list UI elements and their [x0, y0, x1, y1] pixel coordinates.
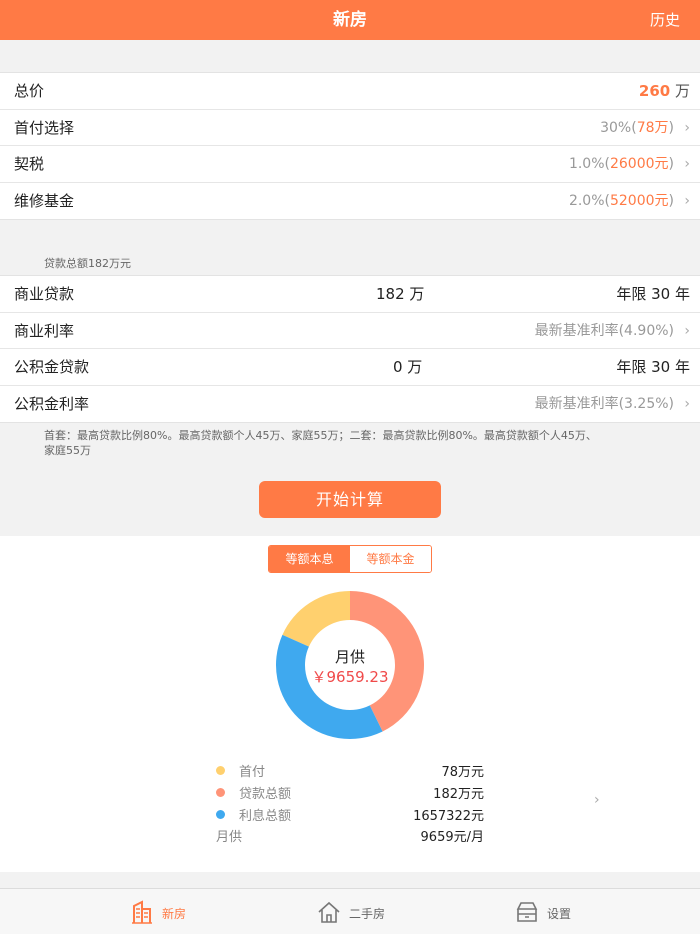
tab-label: 二手房	[349, 907, 386, 921]
navigation-bar: 新房 历史	[0, 0, 700, 40]
commercial-loan-label: 商业贷款	[14, 285, 75, 303]
maintenance-fund-label: 维修基金	[14, 191, 75, 210]
deed-tax-row[interactable]: 契税 1.0%(26000元) ›	[0, 146, 700, 183]
tab-second-hand[interactable]: 二手房	[317, 889, 397, 934]
settings-box-icon	[516, 902, 538, 922]
down-payment-row[interactable]: 首付选择 30%(78万) ›	[0, 110, 700, 146]
house-cost-group: 总价 260 万 首付选择 30%(78万) › 契税 1.0%(26000元)…	[0, 72, 700, 220]
loan-total-note: 贷款总额182万元	[44, 257, 131, 270]
loan-group: 商业贷款 182 万 年限 30 年 商业利率 最新基准利率(4.90%) › …	[0, 275, 700, 423]
commercial-loan-row[interactable]: 商业贷款 182 万 年限 30 年	[0, 276, 700, 313]
tab-equal-principal[interactable]: 等额本金	[350, 546, 431, 572]
chevron-right-icon[interactable]: ›	[594, 792, 600, 808]
repayment-mode-switch: 等额本息 等额本金	[268, 545, 432, 573]
maintenance-fund-value: 2.0%(52000元)	[568, 192, 674, 209]
bottom-tab-bar: 新房 二手房 设置	[0, 888, 700, 934]
legend-dot	[216, 788, 225, 797]
fund-loan-amount[interactable]: 0 万	[393, 349, 422, 385]
fund-loan-term[interactable]: 年限 30 年	[616, 349, 690, 385]
fund-rate-value: 最新基准利率(3.25%)	[534, 395, 674, 412]
total-price-row[interactable]: 总价 260 万	[0, 73, 700, 110]
commercial-rate-row[interactable]: 商业利率 最新基准利率(4.90%) ›	[0, 313, 700, 349]
donut-center-value: ￥9659.23	[311, 668, 389, 686]
legend-dot	[216, 810, 225, 819]
chevron-right-icon: ›	[684, 119, 690, 136]
tab-equal-installment[interactable]: 等额本息	[269, 546, 350, 572]
page-title: 新房	[333, 10, 367, 30]
chevron-right-icon: ›	[684, 192, 690, 209]
chevron-right-icon: ›	[684, 395, 690, 412]
building-icon	[132, 900, 152, 924]
loan-policy-note: 首套：最高贷款比例80%。最高贷款额个人45万、家庭55万；二套：最高贷款比例8…	[44, 429, 597, 457]
legend-dot	[216, 766, 225, 775]
donut-center-label: 月供	[334, 648, 365, 666]
commercial-rate-label: 商业利率	[14, 321, 75, 340]
chevron-right-icon: ›	[684, 156, 690, 172]
chevron-right-icon: ›	[684, 322, 690, 339]
maintenance-fund-row[interactable]: 维修基金 2.0%(52000元) ›	[0, 183, 700, 220]
deed-tax-value: 1.0%(26000元)	[568, 156, 674, 172]
down-payment-value: 30%(78万)	[600, 119, 674, 136]
commercial-rate-value: 最新基准利率(4.90%)	[534, 322, 674, 339]
house-icon	[318, 901, 340, 923]
tab-label: 设置	[547, 907, 572, 921]
commercial-loan-term[interactable]: 年限 30 年	[616, 276, 690, 312]
fund-rate-label: 公积金利率	[14, 394, 90, 413]
total-price-label: 总价	[14, 82, 45, 100]
fund-loan-label: 公积金贷款	[14, 358, 90, 376]
fund-rate-row[interactable]: 公积金利率 最新基准利率(3.25%) ›	[0, 386, 700, 423]
tab-settings[interactable]: 设置	[515, 889, 585, 934]
tab-new-house[interactable]: 新房	[132, 889, 212, 934]
fund-loan-row[interactable]: 公积金贷款 0 万 年限 30 年	[0, 349, 700, 386]
total-price-value[interactable]: 260 万	[639, 73, 690, 109]
result-panel: 等额本息 等额本金 月供 ￥9659.23 首付 78万元 贷款总额 182万元…	[0, 536, 700, 872]
start-calculation-button[interactable]: 开始计算	[259, 481, 441, 518]
history-button[interactable]: 历史	[650, 0, 680, 40]
tab-label: 新房	[162, 907, 187, 921]
deed-tax-label: 契税	[14, 155, 45, 173]
commercial-loan-amount[interactable]: 182 万	[376, 276, 424, 312]
down-payment-label: 首付选择	[14, 118, 75, 137]
donut-slice-0	[282, 591, 350, 647]
